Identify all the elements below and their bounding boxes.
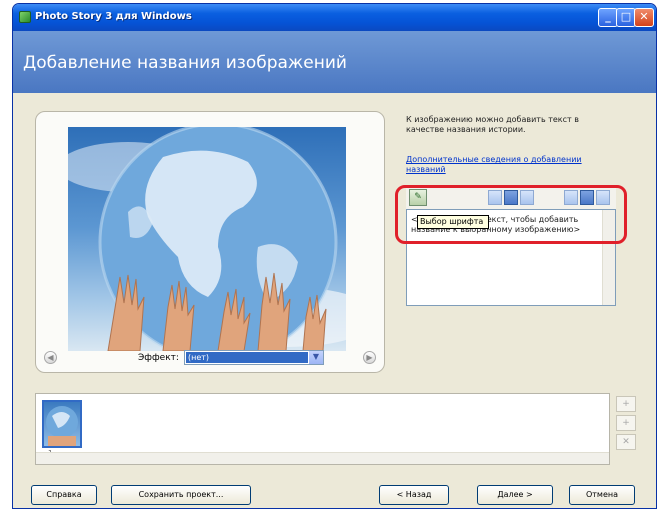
next-button[interactable]: Далее >: [477, 485, 553, 505]
back-button[interactable]: < Назад: [379, 485, 449, 505]
maximize-button[interactable]: □: [616, 8, 636, 27]
title-bar[interactable]: Photo Story 3 для Windows _ □ ✕: [13, 4, 656, 31]
thumbnail-image[interactable]: [42, 400, 82, 448]
filmstrip-scrollbar[interactable]: [36, 452, 609, 464]
wizard-header: Добавление названия изображений: [13, 31, 656, 93]
globe-hands-image: [68, 127, 346, 351]
thumbnail-globe: [46, 406, 78, 446]
remove-icon[interactable]: ✕: [616, 434, 636, 450]
window-title: Photo Story 3 для Windows: [35, 11, 192, 22]
title-description: К изображению можно добавить текст в кач…: [406, 115, 579, 134]
effect-selected-value: (нет): [186, 352, 308, 363]
cancel-button[interactable]: Отмена: [569, 485, 635, 505]
minimize-button[interactable]: _: [598, 8, 618, 27]
app-window: Photo Story 3 для Windows _ □ ✕ Добавлен…: [12, 3, 657, 509]
save-project-button[interactable]: Сохранить проект...: [111, 485, 251, 505]
app-icon: [19, 11, 31, 23]
chevron-right-icon[interactable]: ▶: [363, 351, 376, 364]
more-info-link[interactable]: Дополнительные сведения о добавлении наз…: [406, 155, 611, 175]
effect-label: Эффект:: [138, 353, 179, 363]
preview-image[interactable]: [68, 127, 346, 351]
preview-panel: ◀ ▶ Эффект: (нет) ▼: [35, 111, 385, 373]
move-right-icon[interactable]: +: [616, 415, 636, 431]
close-button[interactable]: ✕: [634, 8, 654, 27]
filmstrip: 1: [35, 393, 610, 465]
chevron-down-icon[interactable]: ▼: [309, 351, 323, 364]
chevron-left-icon[interactable]: ◀: [44, 351, 57, 364]
move-left-icon[interactable]: +: [616, 396, 636, 412]
highlight-frame: [395, 185, 627, 244]
effect-dropdown[interactable]: (нет) ▼: [184, 350, 324, 365]
page-title: Добавление названия изображений: [23, 53, 347, 73]
wizard-content: ◀ ▶ Эффект: (нет) ▼ К изображению можно …: [13, 93, 656, 508]
help-button[interactable]: Справка: [31, 485, 97, 505]
